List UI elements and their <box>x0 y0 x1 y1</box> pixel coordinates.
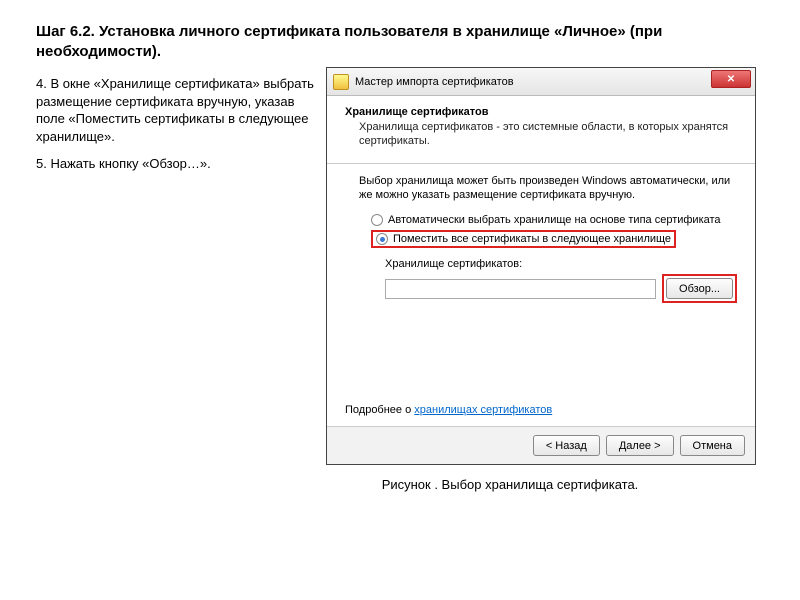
instruction-step-4: 4. В окне «Хранилище сертификата» выбрат… <box>36 75 314 145</box>
radio-auto-label: Автоматически выбрать хранилище на основ… <box>388 214 721 226</box>
dialog-footer: < Назад Далее > Отмена <box>327 426 755 464</box>
radio-manual[interactable] <box>376 233 388 245</box>
info-text: Выбор хранилища может быть произведен Wi… <box>359 174 737 203</box>
section-title: Хранилище сертификатов <box>345 106 737 118</box>
instructions: 4. В окне «Хранилище сертификата» выбрат… <box>36 67 326 465</box>
radio-manual-row[interactable]: Поместить все сертификаты в следующее хр… <box>371 230 737 248</box>
close-button[interactable]: ✕ <box>711 70 751 88</box>
learn-more-link[interactable]: хранилищах сертификатов <box>414 404 552 416</box>
close-icon: ✕ <box>727 74 735 85</box>
store-label: Хранилище сертификатов: <box>385 258 737 270</box>
learn-more: Подробнее о хранилищах сертификатов <box>345 404 552 416</box>
radio-auto[interactable] <box>371 214 383 226</box>
store-input[interactable] <box>385 279 656 299</box>
instruction-step-5: 5. Нажать кнопку «Обзор…». <box>36 155 314 173</box>
radio-manual-label: Поместить все сертификаты в следующее хр… <box>393 233 671 245</box>
radio-auto-row[interactable]: Автоматически выбрать хранилище на основ… <box>371 214 737 226</box>
cancel-button[interactable]: Отмена <box>680 435 745 456</box>
cert-wizard-dialog: Мастер импорта сертификатов ✕ Хранилище … <box>326 67 756 465</box>
titlebar: Мастер импорта сертификатов ✕ <box>327 68 755 96</box>
dialog-title: Мастер импорта сертификатов <box>355 76 514 88</box>
page-title: Шаг 6.2. Установка личного сертификата п… <box>0 0 800 67</box>
browse-button[interactable]: Обзор... <box>666 278 733 299</box>
next-button[interactable]: Далее > <box>606 435 674 456</box>
figure-caption: Рисунок . Выбор хранилища сертификата. <box>220 465 800 492</box>
wizard-icon <box>333 74 349 90</box>
back-button[interactable]: < Назад <box>533 435 600 456</box>
section-desc: Хранилища сертификатов - это системные о… <box>359 120 737 149</box>
